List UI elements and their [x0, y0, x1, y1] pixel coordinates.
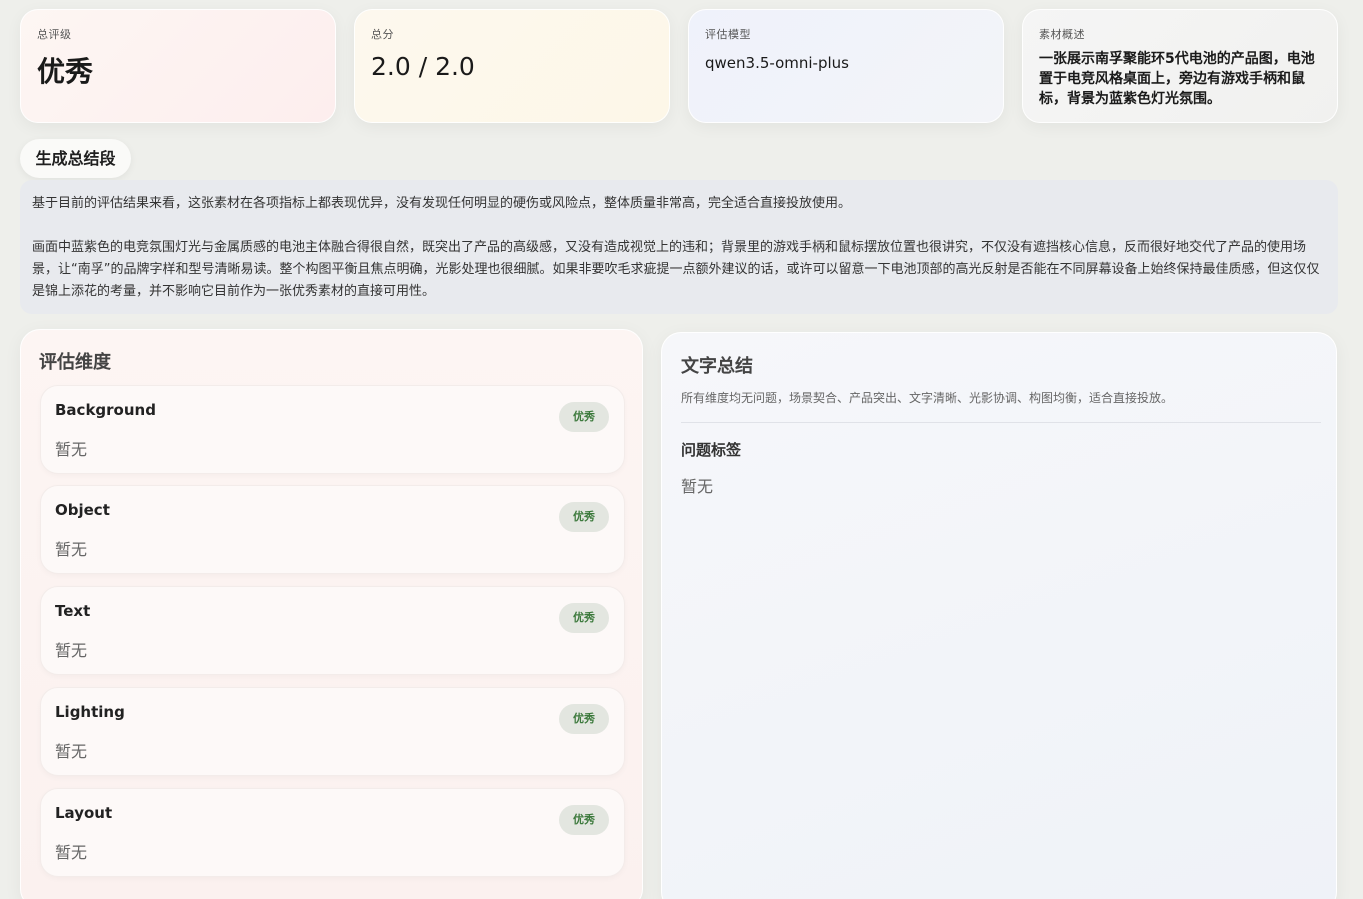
summary-section-title: 生成总结段: [20, 139, 131, 178]
dimension-item-text: Text 暂无 优秀: [40, 586, 625, 675]
dimension-item-object: Object 暂无 优秀: [40, 485, 625, 574]
summary-paragraph-1: 基于目前的评估结果来看，这张素材在各项指标上都表现优异，没有发现任何明显的硬伤或…: [32, 196, 852, 211]
evaluation-page: 总评级 优秀 总分 2.0 / 2.0 评估模型 qwen3.5-omni-pl…: [0, 0, 1363, 899]
grade-value: 优秀: [37, 55, 94, 88]
summary-paragraph-2: 画面中蓝紫色的电竞氛围灯光与金属质感的电池主体融合得很自然，既突出了产品的高级感…: [32, 240, 1320, 299]
status-badge: 优秀: [559, 805, 609, 835]
model-value: qwen3.5-omni-plus: [705, 54, 849, 72]
dimension-name: Background: [55, 401, 156, 419]
dimension-value: 暂无: [55, 843, 88, 862]
dimensions-title: 评估维度: [39, 352, 111, 373]
status-badge: 优秀: [559, 704, 609, 734]
dimension-value: 暂无: [55, 641, 88, 660]
dimension-name: Object: [55, 501, 110, 519]
description-label: 素材概述: [1039, 28, 1085, 41]
description-card: 素材概述 一张展示南孚聚能环5代电池的产品图，电池置于电竞风格桌面上，旁边有游戏…: [1022, 9, 1338, 123]
text-summary-title: 文字总结: [681, 356, 753, 377]
divider: [681, 422, 1321, 423]
status-badge: 优秀: [559, 603, 609, 633]
model-label: 评估模型: [705, 28, 751, 41]
dimension-item-background: Background 暂无 优秀: [40, 385, 625, 474]
dimension-item-lighting: Lighting 暂无 优秀: [40, 687, 625, 776]
dimension-value: 暂无: [55, 540, 88, 559]
grade-card: 总评级 优秀: [20, 9, 336, 123]
dimension-name: Layout: [55, 804, 113, 822]
issue-tags-value: 暂无: [681, 477, 714, 496]
score-label: 总分: [371, 28, 394, 41]
grade-label: 总评级: [37, 28, 72, 41]
summary-text-box: 基于目前的评估结果来看，这张素材在各项指标上都表现优异，没有发现任何明显的硬伤或…: [20, 180, 1338, 314]
status-badge: 优秀: [559, 502, 609, 532]
dimension-name: Lighting: [55, 703, 125, 721]
description-value: 一张展示南孚聚能环5代电池的产品图，电池置于电竞风格桌面上，旁边有游戏手柄和鼠标…: [1039, 51, 1315, 107]
dimension-value: 暂无: [55, 742, 88, 761]
dimension-item-layout: Layout 暂无 优秀: [40, 788, 625, 877]
summary-cards: 总评级 优秀 总分 2.0 / 2.0 评估模型 qwen3.5-omni-pl…: [20, 9, 1338, 123]
score-card: 总分 2.0 / 2.0: [354, 9, 670, 123]
text-summary-panel: 文字总结 所有维度均无问题，场景契合、产品突出、文字清晰、光影协调、构图均衡，适…: [661, 332, 1337, 899]
dimension-name: Text: [55, 602, 91, 620]
model-card: 评估模型 qwen3.5-omni-plus: [688, 9, 1004, 123]
dimensions-panel: 评估维度 Background 暂无 优秀 Object 暂无 优秀 Text …: [20, 329, 643, 899]
issue-tags-title: 问题标签: [681, 441, 742, 459]
dimension-value: 暂无: [55, 440, 88, 459]
text-summary-content: 所有维度均无问题，场景契合、产品突出、文字清晰、光影协调、构图均衡，适合直接投放…: [681, 391, 1174, 405]
status-badge: 优秀: [559, 402, 609, 432]
score-value: 2.0 / 2.0: [371, 52, 475, 81]
